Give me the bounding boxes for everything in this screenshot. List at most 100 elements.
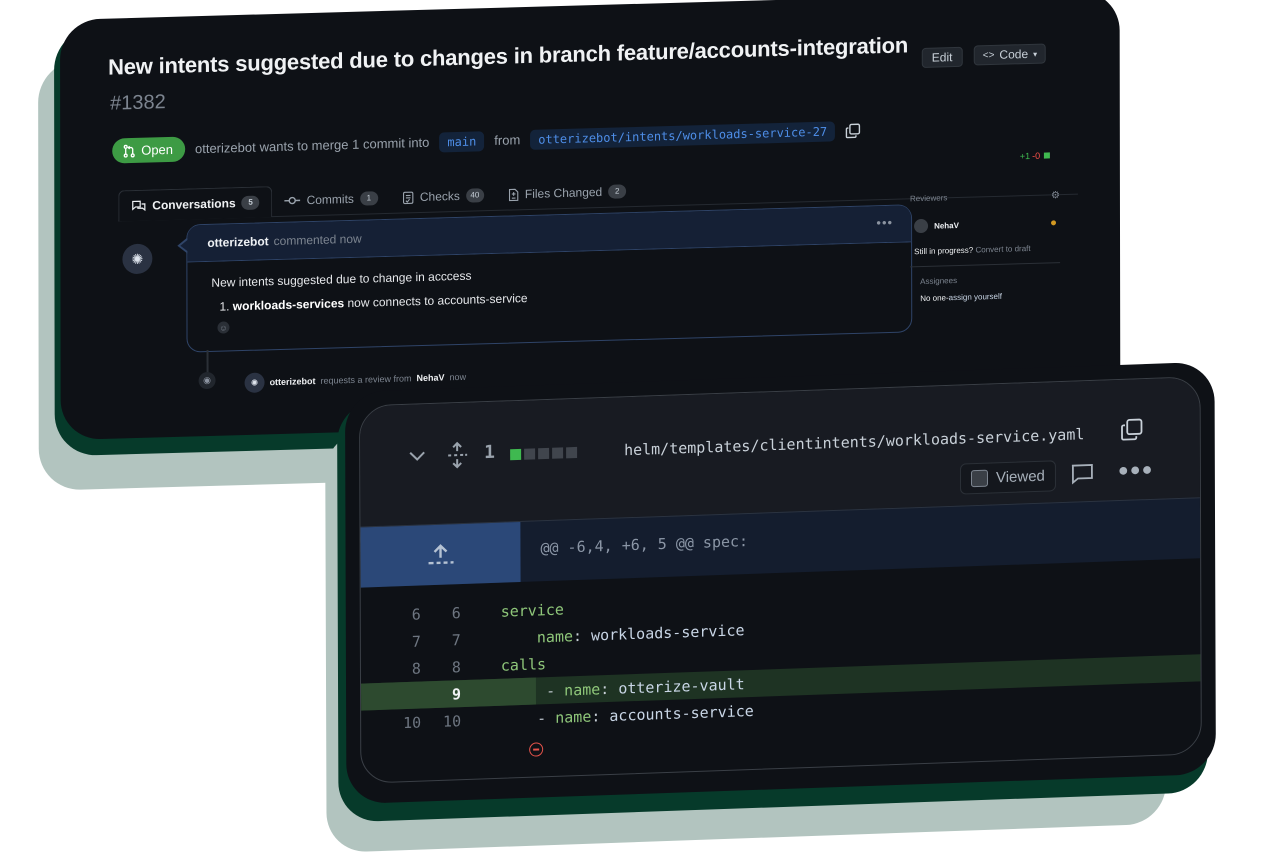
yaml-sep: : <box>591 706 609 725</box>
gear-icon[interactable]: ⚙ <box>1051 190 1060 201</box>
commit-icon <box>285 195 301 205</box>
event-time: now <box>450 372 467 382</box>
more-options-icon[interactable]: ••• <box>876 215 893 230</box>
comment-icon[interactable] <box>1070 463 1094 491</box>
otterizebot-avatar-small[interactable]: ✺ <box>245 372 265 393</box>
eye-icon: ◉ <box>199 372 216 389</box>
event-text: requests a review from <box>321 373 412 386</box>
assignees-none: No one- <box>920 293 948 303</box>
new-line-number[interactable]: 7 <box>421 631 461 650</box>
comment-meta: commented now <box>274 232 362 248</box>
old-line-number[interactable]: 7 <box>361 632 421 652</box>
yaml-sep: : <box>573 626 591 645</box>
copy-path-icon[interactable] <box>1120 417 1144 447</box>
diff-block-neutral <box>552 447 563 458</box>
list-item-text: now connects to accounts-service <box>347 291 527 310</box>
code-dropdown-button[interactable]: <> Code ▾ <box>974 43 1046 65</box>
reviewer-item[interactable]: NehaV <box>914 215 1060 233</box>
comment-author[interactable]: otterizebot <box>207 234 268 250</box>
diff-block-neutral <box>538 448 549 459</box>
reviewer-avatar <box>914 219 928 233</box>
new-line-number[interactable]: 10 <box>421 712 461 731</box>
event-actor[interactable]: otterizebot <box>270 376 316 387</box>
expand-icon[interactable] <box>446 441 468 475</box>
yaml-value: otterize-vault <box>618 675 744 697</box>
new-line-number[interactable]: 9 <box>421 685 461 704</box>
viewed-checkbox[interactable]: Viewed <box>960 460 1056 494</box>
assign-yourself-link[interactable]: assign yourself <box>949 292 1002 302</box>
assignees-value: No one-assign yourself <box>920 290 1060 303</box>
event-target[interactable]: NehaV <box>417 372 445 383</box>
tab-count: 2 <box>608 184 626 199</box>
yaml-value: workloads-service <box>591 621 745 644</box>
divider <box>910 262 1060 267</box>
file-diff-panel: 1 helm/templates/clientintents/workloads… <box>345 362 1216 805</box>
tab-commits[interactable]: Commits 1 <box>273 183 390 216</box>
pull-request-icon <box>122 143 136 157</box>
indent <box>501 628 537 647</box>
old-line-number[interactable]: 8 <box>361 659 421 679</box>
reviewer-name: NehaV <box>934 220 959 230</box>
draft-prompt: Still in progress? Convert to draft <box>914 243 1060 256</box>
head-branch[interactable]: otterizebot/intents/workloads-service-27 <box>530 121 835 150</box>
diff-block-neutral <box>524 448 535 459</box>
checkbox-icon <box>971 470 988 488</box>
line-content: calls <box>461 655 546 676</box>
diff-blocks <box>510 447 577 460</box>
diffstat-additions: +1 <box>1020 151 1030 161</box>
otterizebot-avatar[interactable]: ✺ <box>122 244 152 275</box>
comment-box: otterizebot commented now ••• New intent… <box>186 204 912 352</box>
conversation-icon <box>131 199 146 212</box>
expand-up-icon <box>422 541 458 568</box>
caret-down-icon: ▾ <box>1033 49 1037 58</box>
pr-author[interactable]: otterizebot <box>195 140 256 157</box>
line-content: service <box>461 600 564 622</box>
convert-to-draft-link[interactable]: Convert to draft <box>975 244 1030 255</box>
comment-pointer-fill <box>180 238 189 252</box>
remove-icon[interactable] <box>529 742 543 756</box>
hunk-range: @@ -6,4, +6, 5 @@ spec: <box>540 532 748 557</box>
line-content: - name: accounts-service <box>461 701 754 729</box>
yaml-key: name <box>564 680 600 699</box>
otter-logo-icon: ✺ <box>251 377 259 388</box>
old-line-number[interactable]: 10 <box>361 713 421 733</box>
tab-conversations[interactable]: Conversations 5 <box>118 186 272 221</box>
tab-label: Conversations <box>152 196 235 212</box>
old-line-number[interactable]: 6 <box>361 605 421 625</box>
assignees-section: Assignees No one-assign yourself <box>920 273 1060 303</box>
indent: - <box>501 708 555 728</box>
tab-label: Files Changed <box>525 185 602 201</box>
more-options-icon[interactable]: ●●● <box>1118 459 1154 481</box>
new-line-number[interactable]: 8 <box>421 658 461 677</box>
yaml-sep: : <box>600 679 618 698</box>
pr-title: New intents suggested due to changes in … <box>108 32 908 80</box>
expand-up-button[interactable] <box>360 522 520 588</box>
tab-count: 1 <box>360 191 378 206</box>
yaml-key: name <box>555 707 591 726</box>
pending-status-dot <box>1051 220 1056 225</box>
diffstat-block <box>1044 152 1050 158</box>
base-branch[interactable]: main <box>439 131 484 152</box>
copy-icon[interactable] <box>845 122 861 138</box>
file-diff-card: 1 helm/templates/clientintents/workloads… <box>345 362 1206 822</box>
yaml-key: service <box>501 600 564 620</box>
change-count: 1 <box>484 442 495 463</box>
tab-checks[interactable]: Checks 40 <box>390 180 496 213</box>
viewed-label: Viewed <box>996 468 1045 487</box>
pr-number: #1382 <box>110 91 166 116</box>
code-icon: <> <box>983 49 995 60</box>
new-line-number[interactable]: 6 <box>421 604 461 623</box>
file-diff-frame: 1 helm/templates/clientintents/workloads… <box>359 376 1202 784</box>
merge-text: wants to merge 1 commit into <box>260 135 430 155</box>
reviewers-label: Reviewers <box>910 193 947 205</box>
assignees-label: Assignees <box>920 273 1060 286</box>
from-label: from <box>494 132 520 148</box>
chevron-down-icon[interactable] <box>408 448 426 467</box>
diffstat-deletions: -0 <box>1032 151 1040 161</box>
draft-question: Still in progress? <box>914 246 973 257</box>
file-diff-icon <box>508 188 519 201</box>
tab-files-changed[interactable]: Files Changed 2 <box>496 176 638 210</box>
tab-count: 40 <box>466 188 484 203</box>
add-reaction-icon[interactable]: ☺ <box>217 321 229 333</box>
edit-button[interactable]: Edit <box>922 47 963 68</box>
